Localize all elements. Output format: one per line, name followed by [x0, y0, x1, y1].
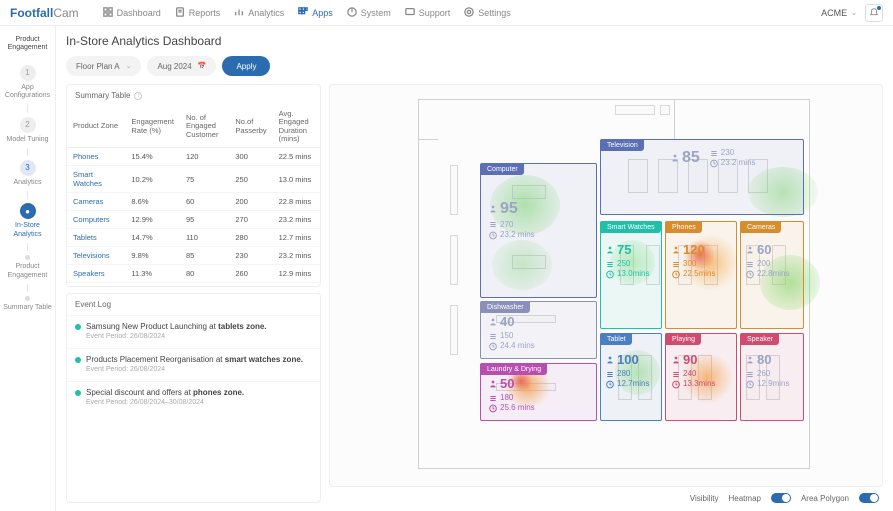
sidebar-summary-table[interactable]: Summary Table [0, 292, 55, 320]
zone-dishwasher[interactable]: Dishwasher4015024.4 mins [480, 301, 597, 359]
summary-table-scroll[interactable]: Product Zone Engagement Rate (%) No. of … [67, 106, 320, 286]
table-row[interactable]: Cameras8.6%6020022.8 mins [67, 193, 320, 211]
info-icon[interactable]: i [134, 92, 142, 100]
table-row[interactable]: Speakers11.3%8026012.9 mins [67, 265, 320, 283]
event-log-card: Event Log Samsung New Product Launching … [66, 293, 321, 503]
visibility-label: Visibility [690, 494, 719, 503]
table-row[interactable]: Laundry & drying7.4%5018025.6 mins [67, 283, 320, 287]
event-dot-icon [75, 357, 81, 363]
table-row[interactable]: Phones15.4%12030022.5 mins [67, 148, 320, 166]
apply-button[interactable]: Apply [222, 56, 270, 76]
area-polygon-toggle[interactable] [859, 493, 879, 503]
zone-label: Television [601, 140, 644, 151]
page-title: In-Store Analytics Dashboard [66, 34, 883, 48]
zone-label: Tablet [601, 334, 632, 345]
zone-label: Dishwasher [481, 302, 530, 313]
nav-dashboard[interactable]: Dashboard [103, 7, 161, 19]
sidebar-prod-eng[interactable]: Product Engagement [0, 251, 55, 288]
summary-table: Product Zone Engagement Rate (%) No. of … [67, 106, 320, 286]
calendar-icon: 📅 [198, 62, 207, 70]
zone-label: Smart Watches [601, 222, 661, 233]
date-select[interactable]: Aug 2024📅 [147, 56, 216, 76]
left-sidebar: Product Engagement 1App Configurations 2… [0, 26, 56, 511]
zone-label: Cameras [741, 222, 781, 233]
zone-label: Phones [666, 222, 702, 233]
summary-table-card: Summary Tablei Product Zone Engagement R… [66, 84, 321, 287]
zone-smart_watches[interactable]: Smart Watches7525013.0mins [600, 221, 662, 329]
sidebar-app-config[interactable]: 1App Configurations [0, 61, 55, 109]
floor-plan-canvas[interactable]: Computer9527023.2 minsTelevision8523023.… [329, 84, 883, 487]
reports-icon [175, 7, 185, 19]
zone-cameras[interactable]: Cameras6020022.8mins [740, 221, 804, 329]
heatmap-toggle[interactable] [771, 493, 791, 503]
analytics-icon [234, 7, 244, 19]
sidebar-header: Product Engagement [0, 32, 55, 61]
zone-label: Laundry & Drying [481, 364, 547, 375]
settings-icon [464, 7, 474, 19]
zone-laundry[interactable]: Laundry & Drying5018025.6 mins [480, 363, 597, 421]
sidebar-in-store[interactable]: ●In-Store Analytics [0, 199, 55, 247]
nav-support[interactable]: Support [405, 7, 451, 19]
chevron-down-icon: ⌄ [851, 9, 857, 17]
visibility-controls: Visibility Heatmap Area Polygon [329, 487, 883, 503]
area-polygon-label: Area Polygon [801, 494, 849, 503]
nav-settings[interactable]: Settings [464, 7, 511, 19]
zone-label: Computer [481, 164, 524, 175]
zone-television[interactable]: Television8523023.2 mins [600, 139, 804, 215]
table-row[interactable]: Computers12.9%9527023.2 mins [67, 211, 320, 229]
zone-speaker[interactable]: Speaker8026012.9mins [740, 333, 804, 421]
nav-apps[interactable]: Apps [298, 7, 333, 19]
nav-system[interactable]: System [347, 7, 391, 19]
zone-label: Playing [666, 334, 701, 345]
nav-reports[interactable]: Reports [175, 7, 221, 19]
heatmap-label: Heatmap [729, 494, 761, 503]
event-item: Products Placement Reorganisation at sma… [67, 348, 320, 381]
apps-icon [298, 7, 308, 19]
sidebar-analytics[interactable]: 3Analytics [0, 156, 55, 195]
table-row[interactable]: Televisions9.8%8523023.2 mins [67, 247, 320, 265]
zone-phones[interactable]: Phones12030022.5mins [665, 221, 737, 329]
event-item: Samsung New Product Launching at tablets… [67, 315, 320, 348]
table-row[interactable]: Smart Watches10.2%7525013.0 mins [67, 166, 320, 193]
table-row[interactable]: Tablets14.7%11028012.7 mins [67, 229, 320, 247]
zone-playing[interactable]: Playing9024013.3mins [665, 333, 737, 421]
chevron-down-icon: ⌄ [126, 62, 132, 70]
event-item: Special discount and offers at phones zo… [67, 381, 320, 414]
system-icon [347, 7, 357, 19]
notification-bell[interactable] [865, 4, 883, 22]
topnav: Dashboard Reports Analytics Apps System … [103, 7, 511, 19]
event-dot-icon [75, 390, 81, 396]
company-dropdown[interactable]: ACME ⌄ [821, 8, 857, 18]
logo: FootfallCam [10, 6, 79, 20]
support-icon [405, 7, 415, 19]
event-dot-icon [75, 324, 81, 330]
zone-tablet[interactable]: Tablet10028012.7mins [600, 333, 662, 421]
zone-computer[interactable]: Computer9527023.2 mins [480, 163, 597, 298]
nav-analytics[interactable]: Analytics [234, 7, 284, 19]
topbar: FootfallCam Dashboard Reports Analytics … [0, 0, 893, 26]
dashboard-icon [103, 7, 113, 19]
floor-plan-select[interactable]: Floor Plan A⌄ [66, 56, 141, 76]
sidebar-model-tuning[interactable]: 2Model Tuning [0, 113, 55, 152]
zone-label: Speaker [741, 334, 779, 345]
